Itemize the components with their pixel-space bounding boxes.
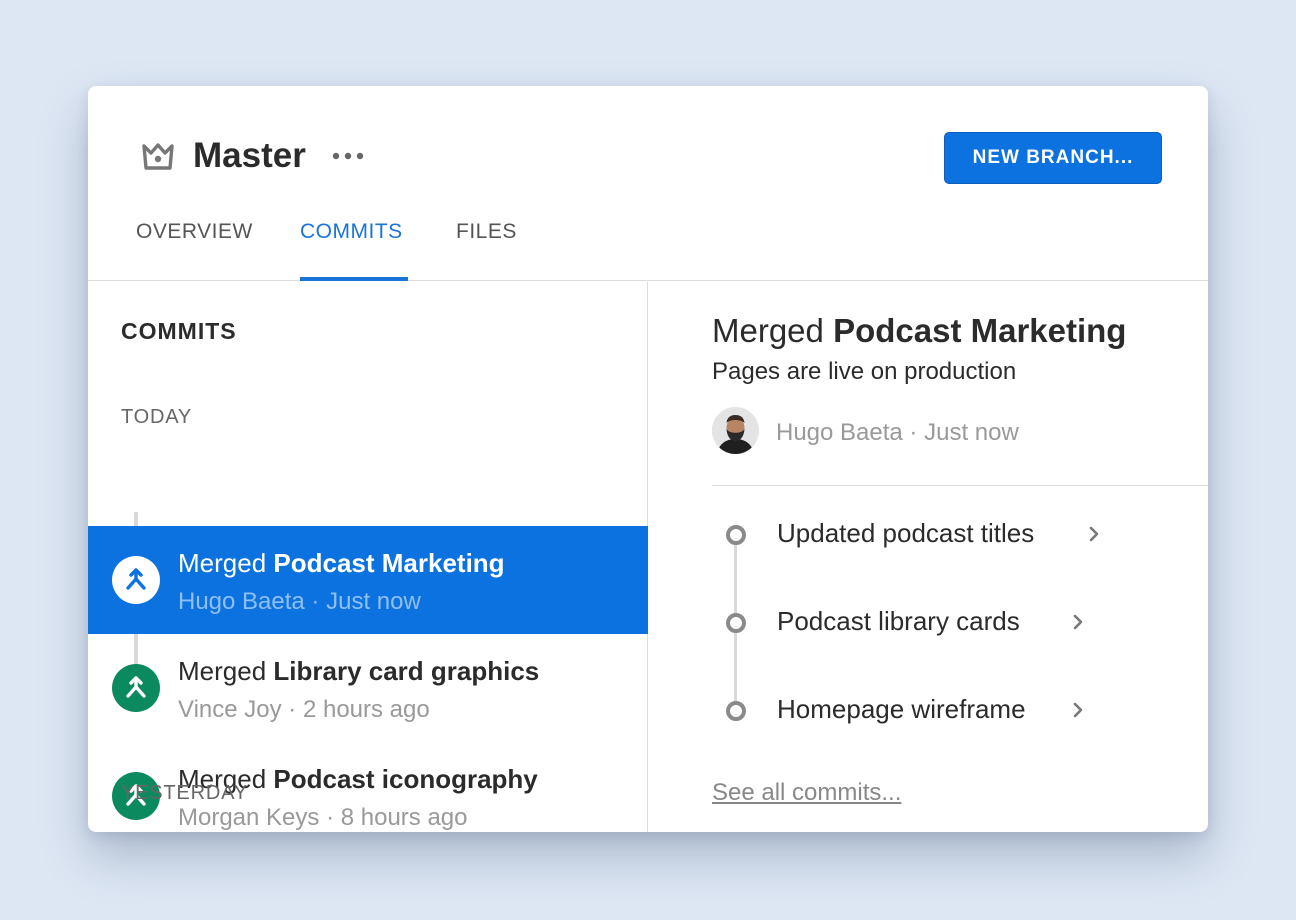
detail-title: Merged Podcast Marketing <box>712 312 1127 349</box>
group-label-today: TODAY <box>121 406 193 428</box>
timeline-dot <box>726 701 746 721</box>
sub-commit-label: Homepage wireframe <box>777 694 1026 724</box>
detail-subtitle: Pages are live on production <box>712 358 1017 385</box>
group-label-yesterday: YESTERDAY <box>121 782 248 804</box>
active-tab-indicator <box>300 277 408 281</box>
commit-detail-pane: Merged Podcast Marketing Pages are live … <box>649 282 1208 832</box>
commit-meta: Hugo Baeta · Just now <box>178 588 421 615</box>
branch-title: Master <box>193 136 306 175</box>
divider <box>712 485 1208 486</box>
new-branch-button[interactable]: NEW BRANCH... <box>944 132 1162 184</box>
tab-commits[interactable]: COMMITS <box>300 220 403 244</box>
commit-meta: Vince Joy · 2 hours ago <box>178 696 430 723</box>
commit-row[interactable]: Merged Library card graphics Vince Joy ·… <box>88 634 648 742</box>
sub-commit-item[interactable]: Updated podcast titles <box>712 512 1112 556</box>
commits-heading: COMMITS <box>121 318 237 344</box>
commit-title: Merged Library card graphics <box>178 656 540 686</box>
timeline-dot <box>726 613 746 633</box>
tab-files[interactable]: FILES <box>456 220 517 244</box>
more-icon[interactable] <box>330 144 366 168</box>
commit-row[interactable]: Merged Podcast Marketing Hugo Baeta · Ju… <box>88 526 648 634</box>
sub-commit-label: Updated podcast titles <box>777 518 1035 548</box>
detail-author: Hugo Baeta · Just now <box>776 419 1019 446</box>
crown-icon <box>142 143 174 170</box>
chevron-right-icon <box>1073 702 1083 718</box>
see-all-commits-link[interactable]: See all commits... <box>712 779 901 807</box>
chevron-right-icon <box>1089 526 1099 542</box>
tab-overview[interactable]: OVERVIEW <box>136 220 253 244</box>
branch-header: Master NEW BRANCH... OVERVIEW COMMITS FI… <box>88 86 1208 281</box>
commits-list-pane: COMMITS TODAY Merged Podcast Marketing H… <box>88 282 648 832</box>
sub-commit-item[interactable]: Homepage wireframe <box>712 688 1112 732</box>
commit-meta: Morgan Keys · 8 hours ago <box>178 804 468 831</box>
avatar <box>712 407 759 454</box>
branch-window: Master NEW BRANCH... OVERVIEW COMMITS FI… <box>88 86 1208 832</box>
commit-title: Merged Podcast Marketing <box>178 548 505 578</box>
sub-commit-item[interactable]: Podcast library cards <box>712 600 1112 644</box>
chevron-right-icon <box>1073 614 1083 630</box>
sub-commit-label: Podcast library cards <box>777 606 1020 636</box>
timeline-dot <box>726 525 746 545</box>
merge-icon <box>112 664 160 712</box>
merge-icon <box>112 556 160 604</box>
